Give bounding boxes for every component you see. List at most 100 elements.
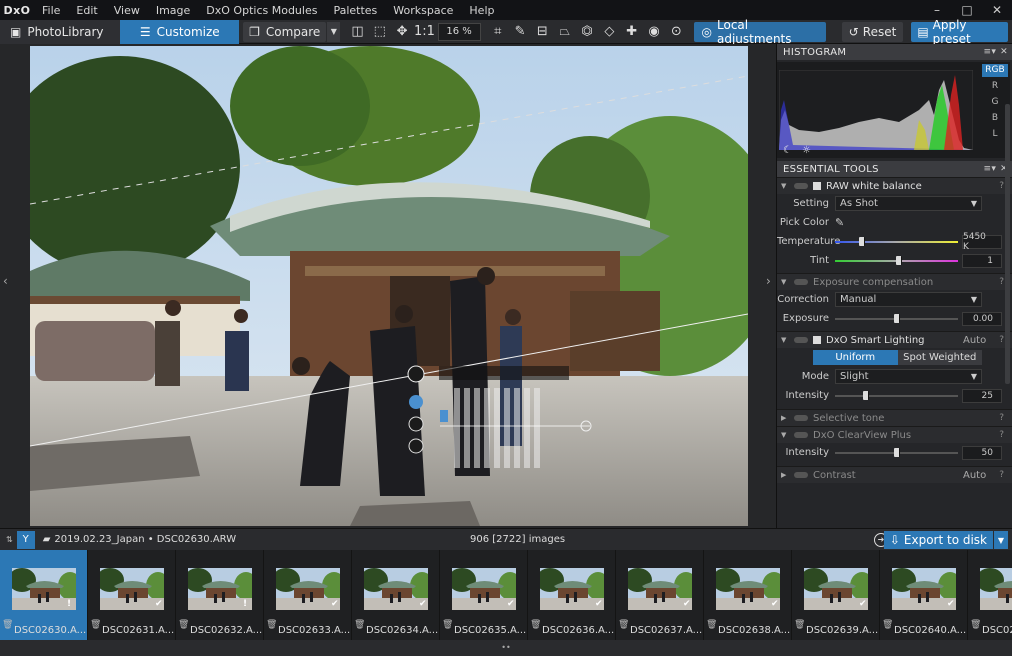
reset-button[interactable]: ↺ Reset (841, 21, 904, 42)
left-panel-toggle-icon[interactable]: ‹ (3, 274, 8, 288)
mode-dropdown[interactable]: Slight ▼ (835, 369, 982, 384)
fit-button[interactable]: ⬚ (369, 22, 391, 42)
sun-icon[interactable]: ☼ (802, 145, 811, 156)
contrast-auto[interactable]: Auto (963, 470, 986, 481)
crop-button[interactable]: ⌗ (487, 22, 509, 42)
zoom-level-field[interactable]: 16 % (437, 22, 481, 41)
help-icon[interactable]: ? (999, 335, 1004, 345)
raw-wb-checkbox[interactable] (813, 182, 821, 190)
raw-wb-toggle[interactable] (794, 183, 808, 189)
local-adjustments-button[interactable]: ◎ Local adjustments (693, 18, 826, 46)
trash-icon[interactable]: 🗑 (970, 620, 981, 630)
thumbnail[interactable]: 🗑DSC02 (968, 550, 1012, 640)
sort-icon[interactable]: ⇅ (6, 535, 13, 544)
panel-scrollbar[interactable] (1005, 104, 1010, 384)
moon-icon[interactable]: ☾ (783, 145, 792, 156)
tint-slider[interactable] (835, 255, 958, 267)
temperature-slider[interactable] (835, 236, 958, 248)
pan-button[interactable]: ✥ (391, 22, 413, 42)
thumbnail[interactable]: ✔ 🗑 DSC02639.A... (792, 550, 880, 640)
smart-lighting-checkbox[interactable] (813, 336, 821, 344)
menu-workspace[interactable]: Workspace (385, 4, 461, 17)
trash-icon[interactable]: 🗑 (618, 620, 629, 630)
menu-view[interactable]: View (106, 4, 148, 17)
clearview-intensity-slider[interactable] (835, 447, 958, 459)
clearview-toggle[interactable] (794, 432, 808, 438)
split-view-button[interactable]: ◫ (346, 22, 368, 42)
raw-white-balance-header[interactable]: ▼ RAW white balance ? (777, 177, 1012, 194)
trash-icon[interactable]: 🗑 (354, 620, 365, 630)
temperature-value-field[interactable]: 5450 K (962, 232, 1002, 252)
tint-thumb[interactable] (895, 255, 902, 265)
perspective-button-2[interactable]: ⏣ (576, 22, 598, 42)
right-panel-toggle-icon[interactable]: › (766, 274, 771, 288)
smart-lighting-toggle[interactable] (794, 337, 808, 343)
tab-photolibrary[interactable]: ▣ PhotoLibrary (0, 19, 121, 44)
menu-palettes[interactable]: Palettes (325, 4, 385, 17)
mask-button[interactable]: ⊙ (665, 22, 687, 42)
trash-icon[interactable]: 🗑 (442, 620, 453, 630)
help-icon[interactable]: ? (999, 277, 1004, 287)
menu-optics-modules[interactable]: DxO Optics Modules (198, 4, 325, 17)
contrast-toggle[interactable] (794, 472, 808, 478)
temperature-thumb[interactable] (859, 236, 866, 246)
thumbnail[interactable]: ✔ 🗑 DSC02634.A... (352, 550, 440, 640)
export-to-disk-button[interactable]: ⇩ Export to disk (883, 531, 993, 549)
compare-dropdown[interactable]: ▼ (327, 21, 341, 42)
thumbnail[interactable]: ✔ 🗑 DSC02640.A... (880, 550, 968, 640)
tint-value-field[interactable]: 1 (962, 253, 1002, 268)
help-icon[interactable]: ? (999, 430, 1004, 440)
uniform-button[interactable]: Uniform (813, 350, 898, 365)
filter-button[interactable]: Y (16, 530, 35, 549)
thumbnail[interactable]: ✔ 🗑 DSC02631.A... (88, 550, 176, 640)
thumbnail[interactable]: ✔ 🗑 DSC02635.A... (440, 550, 528, 640)
perspective-button-3[interactable]: ◇ (598, 22, 620, 42)
selective-tone-header[interactable]: ▶ Selective tone ? (777, 409, 1012, 426)
exposure-value-field[interactable]: 0.00 (962, 311, 1002, 326)
apply-preset-button[interactable]: ▤ Apply preset (911, 18, 1009, 46)
exposure-thumb[interactable] (893, 313, 900, 323)
menu-help[interactable]: Help (461, 4, 502, 17)
perspective-button-1[interactable]: ⏢ (554, 22, 576, 42)
export-dropdown[interactable]: ▼ (994, 531, 1008, 549)
smart-lighting-intensity-slider[interactable] (835, 390, 958, 402)
compare-button[interactable]: ❐ Compare (243, 21, 327, 42)
close-palette-icon[interactable]: ✕ (1000, 47, 1008, 57)
help-icon[interactable]: ? (999, 413, 1004, 423)
trash-icon[interactable]: 🗑 (794, 620, 805, 630)
smart-lighting-header[interactable]: ▼ DxO Smart Lighting Auto ? (777, 331, 1012, 348)
channel-rgb[interactable]: RGB (982, 64, 1008, 77)
clearview-intensity-field[interactable]: 50 (962, 445, 1002, 460)
trash-icon[interactable]: 🗑 (90, 620, 101, 630)
spot-weighted-button[interactable]: Spot Weighted (897, 350, 982, 365)
repair-button[interactable]: ✚ (621, 22, 643, 42)
trash-icon[interactable]: 🗑 (530, 620, 541, 630)
filmstrip-resize-handle[interactable]: •• (0, 640, 1012, 656)
palette-menu-icon[interactable]: ≡▾ (983, 47, 996, 57)
menu-file[interactable]: File (34, 4, 68, 17)
thumbnail[interactable]: ! 🗑 DSC02630.A... (0, 550, 88, 640)
thumbnail[interactable]: ✔ 🗑 DSC02637.A... (616, 550, 704, 640)
trash-icon[interactable]: 🗑 (706, 620, 717, 630)
trash-icon[interactable]: 🗑 (882, 620, 893, 630)
thumbnail[interactable]: ✔ 🗑 DSC02638.A... (704, 550, 792, 640)
help-icon[interactable]: ? (999, 181, 1004, 191)
clearview-header[interactable]: ▼ DxO ClearView Plus ? (777, 426, 1012, 443)
white-balance-picker-button[interactable]: ✎ (509, 22, 531, 42)
channel-r[interactable]: R (982, 80, 1008, 93)
exposure-comp-header[interactable]: ▼ Exposure compensation ? (777, 273, 1012, 290)
eyedropper-icon[interactable]: ✎ (835, 216, 844, 229)
exposure-toggle[interactable] (794, 279, 808, 285)
selective-tone-toggle[interactable] (794, 415, 808, 421)
horizon-button[interactable]: ⊟ (531, 22, 553, 42)
wb-setting-dropdown[interactable]: As Shot ▼ (835, 196, 982, 211)
exposure-slider[interactable] (835, 313, 958, 325)
trash-icon[interactable]: 🗑 (2, 620, 13, 630)
smart-lighting-intensity-field[interactable]: 25 (962, 388, 1002, 403)
palette-menu-icon[interactable]: ≡▾ (983, 164, 996, 174)
thumbnail[interactable]: ! 🗑 DSC02632.A... (176, 550, 264, 640)
correction-dropdown[interactable]: Manual ▼ (835, 292, 982, 307)
clearview-intensity-thumb[interactable] (893, 447, 900, 457)
smart-lighting-auto[interactable]: Auto (963, 335, 986, 346)
thumbnail[interactable]: ✔ 🗑 DSC02633.A... (264, 550, 352, 640)
